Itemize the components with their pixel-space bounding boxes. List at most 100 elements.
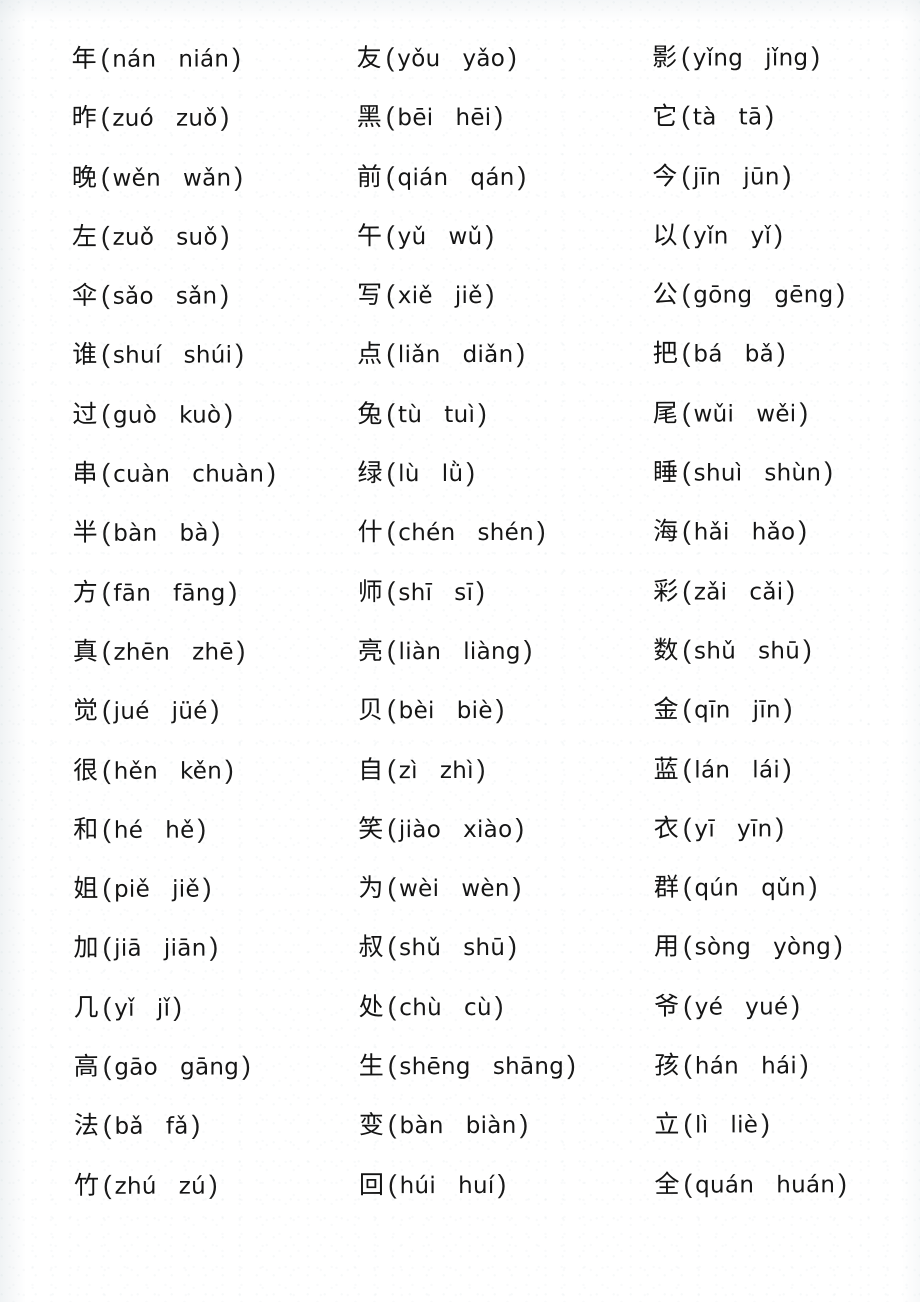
- pinyin-option-a[interactable]: qīn: [694, 698, 731, 724]
- pinyin-option-b[interactable]: wěi: [756, 401, 796, 427]
- pinyin-option-a[interactable]: shǔ: [399, 935, 441, 961]
- pinyin-option-a[interactable]: liǎn: [398, 343, 441, 369]
- pinyin-option-a[interactable]: yǐn: [693, 223, 729, 249]
- pinyin-option-a[interactable]: lán: [694, 757, 730, 783]
- pinyin-option-a[interactable]: wěn: [112, 165, 161, 191]
- pinyin-option-a[interactable]: fān: [113, 580, 151, 606]
- pinyin-option-a[interactable]: bǎ: [114, 1114, 143, 1140]
- pinyin-option-a[interactable]: qún: [694, 876, 739, 902]
- pinyin-option-a[interactable]: hěn: [114, 758, 158, 784]
- pinyin-option-b[interactable]: kuò: [179, 402, 221, 428]
- pinyin-option-a[interactable]: yǔ: [398, 224, 427, 250]
- pinyin-option-b[interactable]: shúi: [184, 343, 233, 369]
- pinyin-option-b[interactable]: hě: [165, 817, 194, 843]
- pinyin-option-b[interactable]: yǎo: [462, 46, 505, 72]
- pinyin-option-b[interactable]: huán: [776, 1172, 835, 1198]
- pinyin-option-b[interactable]: wèn: [461, 876, 510, 902]
- pinyin-option-b[interactable]: shū: [463, 935, 505, 961]
- pinyin-option-a[interactable]: shuí: [113, 343, 162, 369]
- pinyin-option-b[interactable]: jüé: [172, 699, 208, 725]
- pinyin-option-b[interactable]: yòng: [773, 935, 831, 961]
- pinyin-option-b[interactable]: bà: [179, 521, 208, 547]
- pinyin-option-b[interactable]: chuàn: [192, 461, 264, 487]
- pinyin-option-a[interactable]: bēi: [397, 105, 433, 131]
- pinyin-option-b[interactable]: yīn: [737, 816, 773, 842]
- pinyin-option-a[interactable]: sòng: [695, 935, 751, 961]
- pinyin-option-b[interactable]: jiě: [172, 877, 200, 903]
- pinyin-option-b[interactable]: huí: [458, 1173, 495, 1199]
- pinyin-option-b[interactable]: qán: [470, 164, 514, 190]
- pinyin-option-b[interactable]: jǐ: [157, 995, 170, 1021]
- pinyin-option-a[interactable]: bàn: [400, 1113, 444, 1139]
- pinyin-option-a[interactable]: gāo: [114, 1055, 158, 1081]
- pinyin-option-a[interactable]: yǐ: [114, 995, 135, 1021]
- pinyin-option-a[interactable]: piě: [114, 877, 150, 903]
- pinyin-option-b[interactable]: cù: [464, 995, 492, 1021]
- pinyin-option-a[interactable]: yī: [694, 816, 715, 842]
- pinyin-option-b[interactable]: jiān: [164, 936, 207, 962]
- pinyin-option-a[interactable]: shuì: [694, 460, 743, 486]
- pinyin-option-b[interactable]: hái: [761, 1053, 797, 1079]
- pinyin-option-b[interactable]: zhē: [192, 639, 234, 665]
- pinyin-option-a[interactable]: hǎi: [694, 520, 730, 546]
- pinyin-option-b[interactable]: hēi: [455, 105, 491, 131]
- pinyin-option-b[interactable]: shū: [758, 638, 800, 664]
- pinyin-option-b[interactable]: sǎn: [176, 284, 218, 310]
- pinyin-option-b[interactable]: xiào: [463, 817, 512, 843]
- pinyin-option-b[interactable]: qǔn: [761, 875, 806, 901]
- pinyin-option-b[interactable]: yǐ: [751, 223, 772, 249]
- pinyin-option-a[interactable]: zuǒ: [113, 225, 155, 251]
- pinyin-option-b[interactable]: cǎi: [749, 579, 783, 605]
- pinyin-option-a[interactable]: yé: [695, 994, 723, 1020]
- pinyin-option-b[interactable]: tuì: [444, 402, 475, 428]
- pinyin-option-b[interactable]: jīn: [753, 698, 781, 724]
- pinyin-option-a[interactable]: hán: [695, 1053, 739, 1079]
- pinyin-option-a[interactable]: lù: [398, 461, 420, 487]
- pinyin-option-b[interactable]: hǎo: [752, 520, 796, 546]
- pinyin-option-b[interactable]: kěn: [180, 758, 222, 784]
- pinyin-option-b[interactable]: biàn: [466, 1113, 517, 1139]
- pinyin-option-a[interactable]: bá: [693, 342, 722, 368]
- pinyin-option-a[interactable]: jiào: [399, 817, 441, 843]
- pinyin-option-b[interactable]: lǜ: [442, 461, 464, 487]
- pinyin-option-b[interactable]: shùn: [764, 460, 821, 486]
- pinyin-option-b[interactable]: suǒ: [176, 224, 218, 250]
- pinyin-option-b[interactable]: sī: [454, 580, 473, 606]
- pinyin-option-a[interactable]: quán: [695, 1172, 754, 1198]
- pinyin-option-a[interactable]: sǎo: [113, 284, 154, 310]
- pinyin-option-a[interactable]: jiā: [114, 936, 142, 962]
- pinyin-option-a[interactable]: xiě: [398, 283, 433, 309]
- pinyin-option-a[interactable]: zì: [399, 758, 418, 784]
- pinyin-option-a[interactable]: gōng: [693, 283, 752, 309]
- pinyin-option-a[interactable]: yǒu: [397, 46, 440, 72]
- pinyin-option-b[interactable]: shāng: [493, 1054, 564, 1080]
- pinyin-option-a[interactable]: zuó: [112, 106, 154, 132]
- pinyin-option-a[interactable]: zhú: [115, 1173, 157, 1199]
- pinyin-option-b[interactable]: zú: [179, 1173, 206, 1199]
- pinyin-option-a[interactable]: wǔi: [693, 401, 734, 427]
- pinyin-option-b[interactable]: wǔ: [448, 224, 482, 250]
- pinyin-option-a[interactable]: jīn: [693, 164, 721, 190]
- pinyin-option-a[interactable]: chù: [399, 995, 442, 1021]
- pinyin-option-a[interactable]: nán: [112, 47, 156, 73]
- pinyin-option-b[interactable]: liàng: [463, 639, 521, 665]
- pinyin-option-a[interactable]: guò: [113, 402, 157, 428]
- pinyin-option-a[interactable]: shǔ: [694, 638, 736, 664]
- pinyin-option-a[interactable]: bàn: [113, 521, 157, 547]
- pinyin-option-a[interactable]: hé: [114, 818, 143, 844]
- pinyin-option-a[interactable]: liàn: [399, 639, 442, 665]
- pinyin-option-a[interactable]: cuàn: [113, 462, 170, 488]
- pinyin-option-a[interactable]: zhēn: [113, 640, 170, 666]
- pinyin-option-a[interactable]: yǐng: [693, 45, 743, 71]
- pinyin-option-b[interactable]: fāng: [173, 580, 226, 606]
- pinyin-option-b[interactable]: gāng: [180, 1055, 239, 1081]
- pinyin-option-a[interactable]: lì: [695, 1113, 708, 1139]
- pinyin-option-b[interactable]: jǐng: [765, 45, 808, 71]
- pinyin-option-a[interactable]: shēng: [399, 1054, 470, 1080]
- pinyin-option-a[interactable]: qián: [398, 165, 449, 191]
- pinyin-option-a[interactable]: shī: [398, 580, 432, 606]
- pinyin-option-a[interactable]: tù: [398, 402, 422, 428]
- pinyin-option-a[interactable]: jué: [114, 699, 150, 725]
- pinyin-option-b[interactable]: jūn: [743, 164, 780, 190]
- pinyin-option-a[interactable]: wèi: [399, 876, 439, 902]
